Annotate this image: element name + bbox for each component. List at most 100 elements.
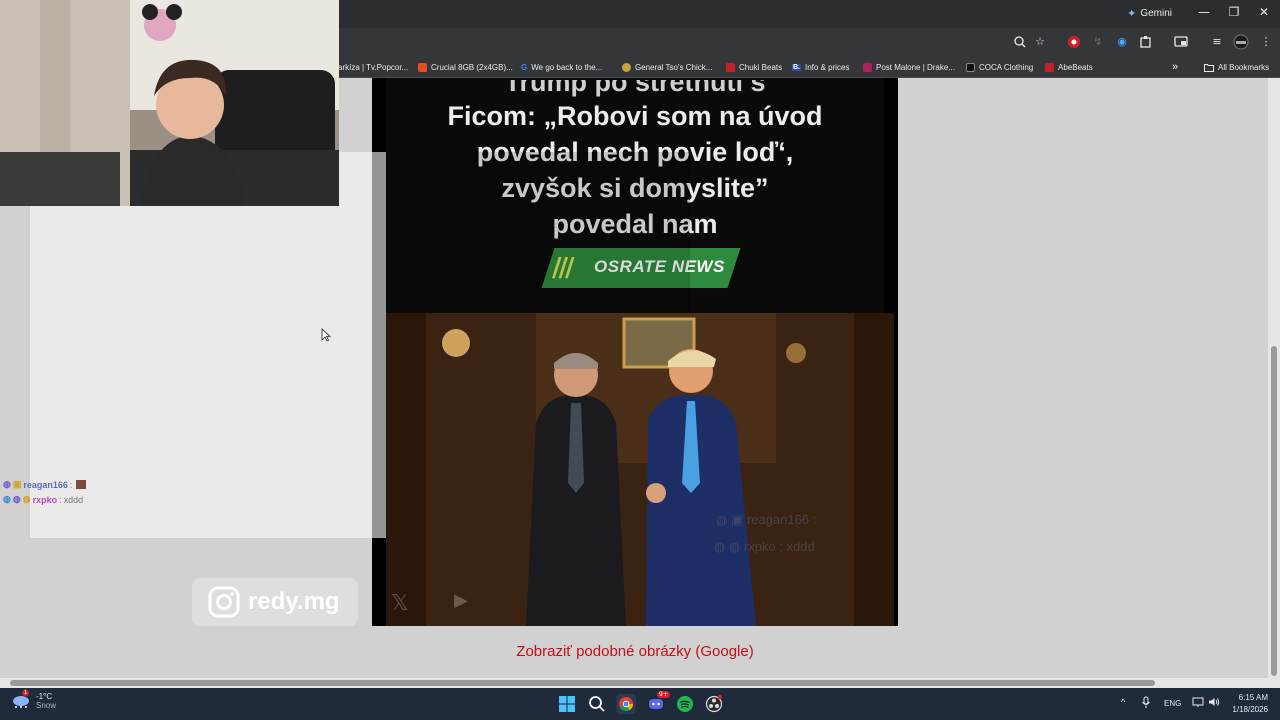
spotify-icon[interactable] <box>675 694 695 714</box>
windows-start-icon[interactable] <box>557 694 577 714</box>
chat-badge-icon: ◍ <box>22 494 31 504</box>
bookmark-label: General Tso's Chick... <box>635 62 713 72</box>
instagram-overlay: redy.mg <box>192 578 358 626</box>
windows-taskbar: 1 -1°C Snow 9+ ^ ENG 6:15 AM 1/18/2026 <box>0 688 1280 720</box>
bookmark-favicon-icon <box>622 62 631 72</box>
instagram-icon <box>208 586 240 618</box>
stream-overlay-dark <box>386 152 690 312</box>
bookmark-item[interactable]: arkíza | Tv.Popcor... <box>338 60 408 74</box>
menu-icon[interactable]: ⋮ <box>1258 34 1274 50</box>
queue-icon[interactable]: ≡ <box>1209 34 1225 50</box>
tray-overflow-button[interactable]: ^ <box>1121 697 1125 707</box>
webcam-feed <box>0 0 339 206</box>
taskbar-clock[interactable]: 6:15 AM 1/18/2026 <box>1232 692 1268 716</box>
bookmark-label: Crucial 8GB (2x4GB)... <box>431 62 513 72</box>
chrome-icon <box>619 697 634 712</box>
youtube-icon: ▶ <box>454 590 468 610</box>
clock-date: 1/18/2026 <box>1232 705 1268 714</box>
ghost-chat-message: ◍ ◍ rxpko : xddd <box>714 539 815 554</box>
bookmark-label: AbeBeats <box>1058 62 1093 72</box>
ghost-chat-username: reagan166 <box>746 512 810 527</box>
bookmark-label: We go back to the... <box>531 62 603 72</box>
bookmark-item[interactable]: General Tso's Chick... <box>622 60 712 74</box>
snow-cloud-icon: 1 <box>12 690 30 709</box>
bookmark-item[interactable]: COCA Clothing <box>966 60 1033 74</box>
restore-button[interactable]: ❐ <box>1224 5 1244 19</box>
volume-icon[interactable] <box>1208 696 1220 708</box>
gemini-label: Gemini <box>1140 8 1172 19</box>
chat-username: rxpko <box>32 494 58 505</box>
weather-temperature: -1°C <box>36 692 53 701</box>
bookmark-favicon-icon <box>418 62 427 72</box>
google-icon: G <box>521 62 528 72</box>
chat-badge-icon: ◍ <box>12 494 21 504</box>
clock-time: 6:15 AM <box>1238 693 1268 702</box>
all-bookmarks-button[interactable]: All Bookmarks <box>1204 60 1269 74</box>
x-logo-icon: 𝕏 <box>391 590 409 615</box>
star-icon[interactable]: ☆ <box>1032 34 1048 50</box>
language-indicator[interactable]: ENG <box>1164 699 1181 708</box>
vertical-scroll-thumb[interactable] <box>1271 346 1277 676</box>
ghost-chat-text: xddd <box>786 539 815 554</box>
minimize-button[interactable]: — <box>1194 5 1214 19</box>
all-bookmarks-label: All Bookmarks <box>1218 62 1270 72</box>
bookmark-item[interactable]: AbeBeats <box>1045 60 1093 74</box>
mouse-cursor-icon <box>321 328 331 342</box>
bookmark-label: COCA Clothing <box>979 62 1034 72</box>
chat-text: xddd <box>63 494 84 505</box>
zoom-icon[interactable] <box>1012 34 1028 50</box>
discord-taskbar-button[interactable]: 9+ <box>646 691 670 714</box>
bookmark-item[interactable]: Chuki Beats <box>726 60 782 74</box>
similar-images-link[interactable]: Zobraziť podobné obrázky (Google) <box>372 643 898 660</box>
bookmark-favicon-icon <box>1045 62 1054 72</box>
close-button[interactable]: ✕ <box>1254 5 1274 19</box>
discord-badge: 9+ <box>657 691 670 698</box>
bookmark-favicon-icon: B. <box>792 63 801 71</box>
horizontal-scrollbar[interactable] <box>0 678 1280 688</box>
weather-widget[interactable]: 1 -1°C Snow <box>12 690 57 710</box>
profile-avatar[interactable] <box>1233 34 1249 50</box>
screen: ✦ Gemini — ❐ ✕ ☆ ↯ ◉ ≡ ⋮ arkíza | Tv.Pop… <box>0 0 1280 720</box>
extension-red-icon[interactable] <box>1066 34 1082 50</box>
network-icon[interactable] <box>1192 696 1204 708</box>
chat-badge-icon: ▣ <box>12 479 22 489</box>
chrome-taskbar-button[interactable] <box>616 694 636 714</box>
chat-badge-icon: ◍ <box>3 479 11 489</box>
vertical-scrollbar[interactable] <box>1268 78 1280 678</box>
bookmark-favicon-icon <box>863 62 872 72</box>
chat-emote-icon <box>76 480 87 489</box>
bookmarks-overflow-button[interactable]: » <box>1172 60 1178 74</box>
folder-icon <box>1204 63 1214 72</box>
search-icon[interactable] <box>587 694 607 714</box>
extension-blue-icon[interactable]: ◉ <box>1114 34 1130 50</box>
bookmark-label: Post Malone | Drake... <box>876 62 955 72</box>
bookmark-item[interactable]: B. Info & prices <box>792 60 849 74</box>
chat-badge-icon: ◍ <box>3 494 11 504</box>
gemini-button[interactable]: ✦ Gemini <box>1127 7 1172 20</box>
obs-icon[interactable] <box>704 694 724 714</box>
ghost-chat-message: ◍ ▣ reagan166 : <box>716 512 817 527</box>
puzzle-icon[interactable] <box>1138 34 1154 50</box>
ghost-chat-username: rxpko <box>743 539 776 554</box>
gemini-icon: ✦ <box>1127 8 1137 20</box>
headline-line: Trump po stretnutí s <box>504 80 766 97</box>
bookmark-label: Chuki Beats <box>739 62 783 72</box>
headline-line: Ficom: „Robovi som na úvod <box>447 101 823 131</box>
horizontal-scroll-thumb[interactable] <box>10 680 1155 686</box>
weather-description: Snow <box>36 701 57 710</box>
bookmark-label: arkíza | Tv.Popcor... <box>338 62 409 72</box>
meme-photo-illustration <box>386 313 894 626</box>
bookmark-favicon-icon <box>726 62 735 72</box>
instagram-handle: redy.mg <box>248 588 340 615</box>
microphone-icon[interactable] <box>1141 696 1151 709</box>
chat-message: ◍ ▣ reagan166 : <box>3 479 87 490</box>
webcam-illustration <box>0 0 339 206</box>
bookmark-item[interactable]: Post Malone | Drake... <box>863 60 955 74</box>
meme-photo <box>386 313 894 626</box>
screen-icon[interactable] <box>1173 34 1189 50</box>
chat-username: reagan166 <box>23 479 68 490</box>
discord-icon <box>649 699 663 709</box>
bookmark-item[interactable]: Crucial 8GB (2x4GB)... <box>418 60 513 74</box>
extension-gray-icon[interactable]: ↯ <box>1090 34 1106 50</box>
bookmark-item[interactable]: G We go back to the... <box>521 60 602 74</box>
